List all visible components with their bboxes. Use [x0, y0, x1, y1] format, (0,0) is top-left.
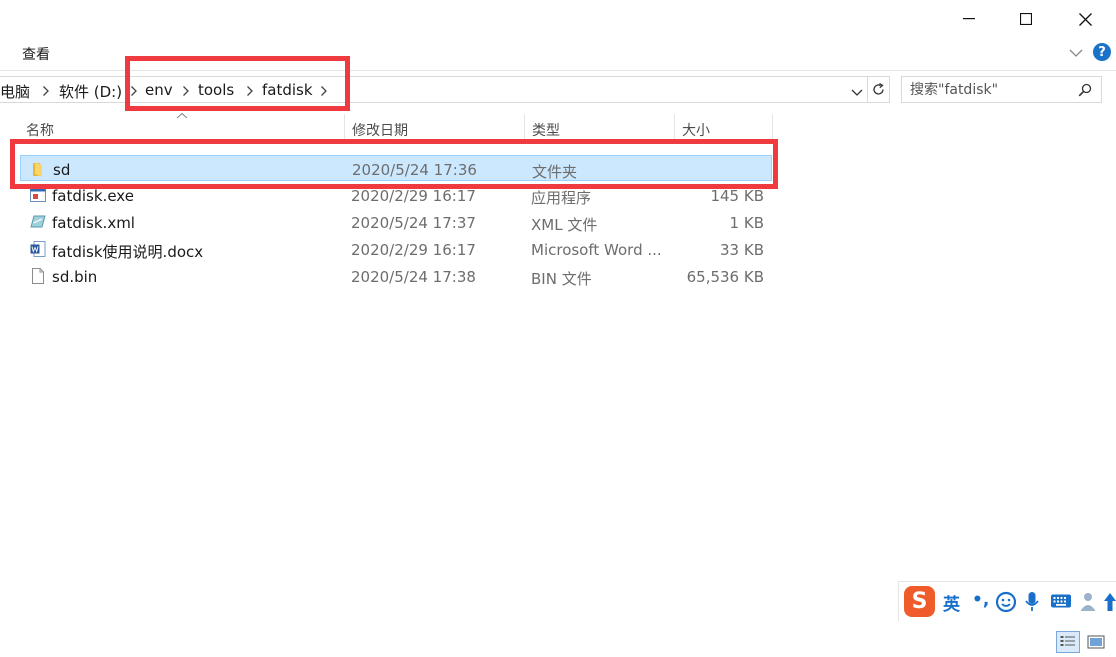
emoji-icon[interactable] — [995, 591, 1017, 613]
large-icons-view-button[interactable] — [1084, 631, 1108, 653]
exe-icon — [30, 188, 46, 202]
file-row[interactable]: fatdisk使用说明.docx 2020/2/29 16:17 Microso… — [20, 236, 772, 262]
column-divider[interactable] — [674, 114, 675, 142]
breadcrumb-env[interactable]: env — [145, 81, 173, 99]
microphone-icon[interactable] — [1024, 590, 1040, 614]
column-divider[interactable] — [344, 114, 345, 142]
chevron-down-icon — [851, 89, 863, 96]
address-history-dropdown[interactable] — [850, 84, 864, 96]
file-size: 145 KB — [710, 187, 764, 205]
file-type: 应用程序 — [531, 189, 592, 207]
column-divider[interactable] — [524, 114, 525, 142]
large-icons-view-icon — [1087, 635, 1105, 649]
file-row[interactable]: sd.bin 2020/5/24 17:38 BIN 文件 65,536 KB — [20, 263, 772, 289]
file-modified: 2020/5/24 17:37 — [351, 214, 476, 232]
ribbon-tab-view[interactable]: 查看 — [22, 44, 50, 64]
breadcrumb-fatdisk[interactable]: fatdisk — [262, 81, 313, 99]
ribbon-collapse-button[interactable] — [1068, 45, 1084, 59]
ime-language-mode[interactable]: 英 — [943, 590, 960, 615]
file-name: fatdisk使用说明.docx — [52, 243, 204, 261]
breadcrumb-tools[interactable]: tools — [198, 81, 234, 99]
file-name: sd — [53, 161, 71, 179]
file-type: 文件夹 — [532, 163, 578, 181]
file-modified: 2020/5/24 17:38 — [351, 268, 476, 286]
chevron-right-icon[interactable] — [182, 85, 190, 97]
arrow-up-icon[interactable] — [1103, 591, 1116, 613]
column-header-modified[interactable]: 修改日期 — [352, 120, 408, 140]
chevron-right-icon[interactable] — [320, 85, 328, 97]
search-box[interactable] — [901, 76, 1102, 103]
column-header-name[interactable]: 名称 — [26, 120, 54, 140]
details-view-button[interactable] — [1056, 631, 1080, 653]
file-size: 1 KB — [729, 214, 764, 232]
file-type: XML 文件 — [531, 216, 598, 234]
refresh-button[interactable] — [867, 76, 890, 103]
ribbon-divider — [0, 70, 1116, 71]
file-size: 65,536 KB — [686, 268, 764, 286]
file-name: fatdisk.exe — [52, 187, 134, 205]
xml-file-icon — [30, 215, 46, 228]
column-divider[interactable] — [772, 114, 773, 142]
file-modified: 2020/2/29 16:17 — [351, 187, 476, 205]
close-icon — [1078, 12, 1092, 26]
user-icon[interactable] — [1079, 591, 1097, 613]
breadcrumb-this-pc[interactable]: 电脑 — [0, 81, 30, 102]
chevron-right-icon[interactable] — [130, 85, 138, 97]
file-modified: 2020/5/24 17:36 — [352, 161, 477, 179]
file-name: fatdisk.xml — [52, 214, 135, 232]
file-row[interactable]: fatdisk.xml 2020/5/24 17:37 XML 文件 1 KB — [20, 209, 772, 235]
ime-toolbar[interactable]: S 英 •, — [898, 581, 1116, 621]
file-type: Microsoft Word ... — [531, 241, 662, 259]
search-icon[interactable] — [1078, 83, 1092, 97]
maximize-icon — [1020, 13, 1032, 25]
details-view-icon — [1060, 636, 1075, 646]
close-button[interactable] — [1056, 0, 1114, 38]
maximize-button[interactable] — [997, 0, 1055, 38]
search-input[interactable] — [910, 81, 1070, 99]
chevron-right-icon[interactable] — [42, 85, 50, 97]
refresh-icon — [873, 82, 884, 95]
file-row[interactable]: fatdisk.exe 2020/2/29 16:17 应用程序 145 KB — [20, 182, 772, 208]
minimize-button[interactable] — [940, 0, 998, 38]
column-header-size[interactable]: 大小 — [682, 120, 710, 140]
chevron-right-icon[interactable] — [246, 85, 254, 97]
file-type: BIN 文件 — [531, 270, 592, 288]
folder-icon — [33, 162, 42, 177]
keyboard-icon[interactable] — [1050, 593, 1072, 609]
minimize-icon — [963, 18, 975, 20]
chevron-down-icon — [1069, 49, 1083, 57]
ime-logo[interactable]: S — [904, 586, 935, 617]
file-size: 33 KB — [720, 241, 764, 259]
ime-punctuation-mode[interactable]: •, — [972, 590, 989, 610]
file-name: sd.bin — [52, 268, 98, 286]
file-modified: 2020/2/29 16:17 — [351, 241, 476, 259]
file-row[interactable]: sd 2020/5/24 17:36 文件夹 — [20, 155, 772, 181]
breadcrumb-drive-d[interactable]: 软件 (D:) — [59, 81, 122, 102]
word-document-icon — [30, 241, 46, 257]
help-button[interactable]: ? — [1093, 43, 1111, 61]
sort-ascending-icon — [176, 112, 188, 119]
blank-file-icon — [32, 268, 44, 284]
column-header-type[interactable]: 类型 — [532, 120, 560, 140]
